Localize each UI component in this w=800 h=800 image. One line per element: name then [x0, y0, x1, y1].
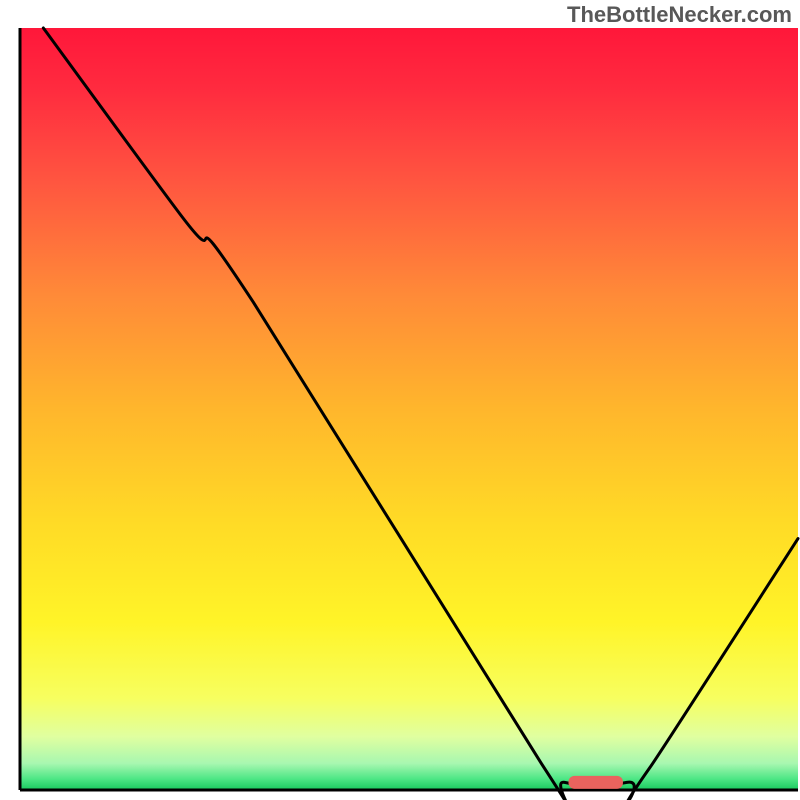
chart-container: TheBottleNecker.com	[0, 0, 800, 800]
bottleneck-chart	[0, 0, 800, 800]
plot-background	[20, 28, 798, 790]
watermark-text: TheBottleNecker.com	[567, 2, 792, 28]
optimal-marker	[568, 776, 622, 789]
